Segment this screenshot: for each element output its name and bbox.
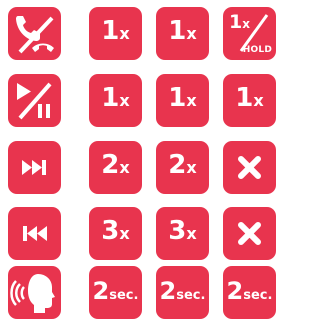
- action-tile: 1x: [223, 74, 276, 127]
- action-tile: 1x: [156, 74, 209, 127]
- tap-count: 1: [101, 83, 120, 113]
- tap-unit: x: [119, 224, 130, 243]
- tap-count: 2: [101, 150, 120, 180]
- tap-count: 3: [101, 216, 120, 246]
- tap-unit: x: [186, 224, 197, 243]
- tap-count: 1: [235, 83, 254, 113]
- hold-seconds: 2: [92, 277, 110, 305]
- not-available-tile: [223, 141, 276, 194]
- action-tile: 2x: [156, 141, 209, 194]
- tap-unit: x: [186, 91, 197, 110]
- tap-unit: x: [119, 158, 130, 177]
- tap-count: 3: [168, 216, 187, 246]
- tap-unit: x: [186, 158, 197, 177]
- action-tile: 1x: [89, 74, 142, 127]
- tap-unit: x: [119, 91, 130, 110]
- tap-unit: x: [119, 24, 130, 43]
- tap-unit: x: [186, 24, 197, 43]
- tap-unit: x: [253, 91, 264, 110]
- hold-seconds: 2: [226, 277, 244, 305]
- tap-unit: x: [242, 17, 250, 31]
- voice-assistant-tile: [8, 266, 61, 319]
- next-track-tile: [8, 141, 61, 194]
- action-tile: 3x: [156, 207, 209, 260]
- action-tile: 2sec.: [223, 266, 276, 319]
- previous-track-tile: [8, 207, 61, 260]
- action-tile-hold: 1x HOLD: [223, 7, 276, 60]
- hold-label: HOLD: [242, 45, 272, 55]
- action-tile: 1x: [156, 7, 209, 60]
- tap-count: 1: [101, 16, 120, 46]
- tap-count: 1: [168, 16, 187, 46]
- cross-icon: [238, 222, 261, 245]
- end-call-tile: [8, 7, 61, 60]
- tap-count: 1: [229, 11, 243, 33]
- tap-count: 1: [168, 83, 187, 113]
- action-tile: 3x: [89, 207, 142, 260]
- play-pause-tile: [8, 74, 61, 127]
- cross-icon: [238, 156, 261, 179]
- voice-assistant-icon: [10, 274, 55, 313]
- seconds-unit: sec.: [109, 288, 139, 303]
- action-tile: 2sec.: [89, 266, 142, 319]
- play-pause-icon: [17, 82, 52, 120]
- next-track-icon: [22, 160, 46, 175]
- seconds-unit: sec.: [176, 288, 206, 303]
- tap-count: 2: [168, 150, 187, 180]
- not-available-tile: [223, 207, 276, 260]
- action-tile: 2x: [89, 141, 142, 194]
- previous-track-icon: [23, 226, 47, 241]
- action-tile: 2sec.: [156, 266, 209, 319]
- seconds-unit: sec.: [243, 288, 273, 303]
- hold-seconds: 2: [159, 277, 177, 305]
- end-call-icon: [16, 16, 54, 54]
- action-tile: 1x: [89, 7, 142, 60]
